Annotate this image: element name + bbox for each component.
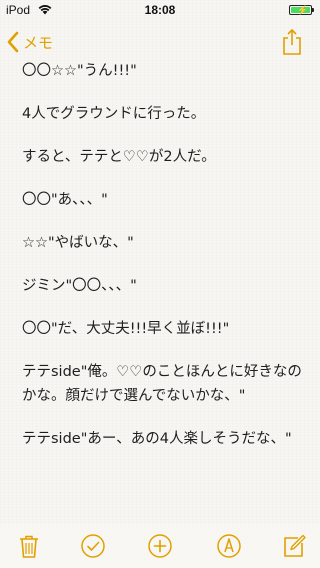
note-line: ジミン"〇〇、、、" <box>22 278 137 294</box>
share-icon[interactable] <box>282 28 302 56</box>
markup-icon[interactable] <box>216 533 242 559</box>
navigation-bar: メモ <box>0 20 320 64</box>
back-button-label: メモ <box>23 34 54 52</box>
battery-level: ⚡ <box>291 5 310 15</box>
note-line: 〇〇"だ、大丈夫!!!早く並ぼ!!!" <box>22 321 230 337</box>
note-line: テテside"俺。♡♡のことほんとに好きなのかな。顔だけで選んでないかな、" <box>22 364 302 404</box>
note-body[interactable]: 〇〇☆☆"うん!!!" 4人でグラウンドに行った。 すると、テテと♡♡が2人だ。… <box>22 62 312 473</box>
trash-icon[interactable] <box>16 533 42 559</box>
note-line: テテside"あー、あの4人楽しそうだな、" <box>22 431 292 447</box>
add-icon[interactable] <box>147 533 173 559</box>
battery-icon: ⚡ <box>289 5 314 15</box>
checkmark-icon[interactable] <box>80 533 106 559</box>
note-line: 〇〇"あ、、、" <box>22 192 108 208</box>
note-line: すると、テテと♡♡が2人だ。 <box>22 149 216 165</box>
bottom-toolbar <box>0 524 320 568</box>
back-button[interactable]: メモ <box>6 29 53 55</box>
note-line: 〇〇☆☆"うん!!!" <box>22 63 137 79</box>
note-line: 4人でグラウンドに行った。 <box>22 106 206 122</box>
compose-icon[interactable] <box>281 533 307 559</box>
charging-bolt-icon: ⚡ <box>297 5 309 15</box>
note-line: ☆☆"やばいな、" <box>22 235 134 251</box>
status-time: 18:08 <box>144 3 176 17</box>
status-bar: iPod 18:08 ⚡ <box>0 0 320 20</box>
chevron-left-icon <box>7 31 19 53</box>
